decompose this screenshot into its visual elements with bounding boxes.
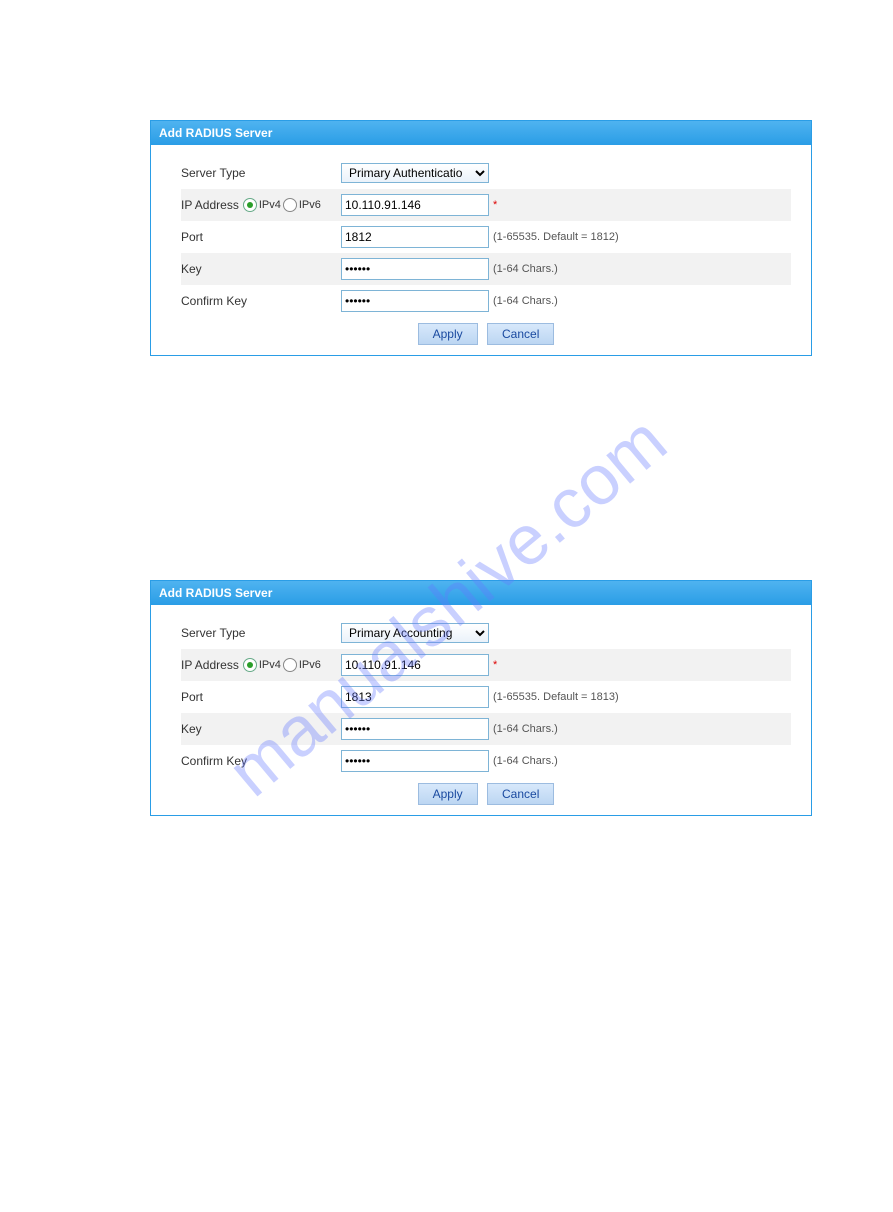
ipv4-radio[interactable] xyxy=(243,658,257,672)
label-ip-address: IP Address IPv4 IPv6 xyxy=(181,198,341,212)
cancel-button[interactable]: Cancel xyxy=(487,323,554,345)
ip-address-label-text: IP Address xyxy=(181,658,239,672)
label-key: Key xyxy=(181,722,341,736)
button-row: Apply Cancel xyxy=(181,317,791,351)
required-asterisk: * xyxy=(493,659,497,671)
key-hint: (1-64 Chars.) xyxy=(493,723,558,735)
row-port: Port (1-65535. Default = 1812) xyxy=(181,221,791,253)
add-radius-server-panel-1: Add RADIUS Server Server Type Primary Au… xyxy=(150,120,812,356)
row-confirm-key: Confirm Key (1-64 Chars.) xyxy=(181,285,791,317)
add-radius-server-panel-2: Add RADIUS Server Server Type Primary Ac… xyxy=(150,580,812,816)
label-confirm-key: Confirm Key xyxy=(181,294,341,308)
ip-address-input[interactable] xyxy=(341,654,489,676)
ip-address-label-text: IP Address xyxy=(181,198,239,212)
apply-button[interactable]: Apply xyxy=(418,783,478,805)
ip-address-input[interactable] xyxy=(341,194,489,216)
row-server-type: Server Type Primary Accounting xyxy=(181,617,791,649)
confirm-key-input[interactable] xyxy=(341,750,489,772)
key-hint: (1-64 Chars.) xyxy=(493,263,558,275)
required-asterisk: * xyxy=(493,199,497,211)
confirm-key-hint: (1-64 Chars.) xyxy=(493,755,558,767)
ipv6-radio[interactable] xyxy=(283,658,297,672)
row-ip-address: IP Address IPv4 IPv6 * xyxy=(181,189,791,221)
server-type-select[interactable]: Primary Authenticatio xyxy=(341,163,489,183)
label-port: Port xyxy=(181,230,341,244)
row-port: Port (1-65535. Default = 1813) xyxy=(181,681,791,713)
key-input[interactable] xyxy=(341,258,489,280)
panel-title: Add RADIUS Server xyxy=(151,581,811,605)
panel-body: Server Type Primary Accounting IP Addres… xyxy=(151,605,811,815)
row-confirm-key: Confirm Key (1-64 Chars.) xyxy=(181,745,791,777)
ipv6-radio[interactable] xyxy=(283,198,297,212)
label-port: Port xyxy=(181,690,341,704)
ipv6-label: IPv6 xyxy=(299,659,321,671)
port-input[interactable] xyxy=(341,226,489,248)
key-input[interactable] xyxy=(341,718,489,740)
row-server-type: Server Type Primary Authenticatio xyxy=(181,157,791,189)
label-ip-address: IP Address IPv4 IPv6 xyxy=(181,658,341,672)
button-row: Apply Cancel xyxy=(181,777,791,811)
panel-title: Add RADIUS Server xyxy=(151,121,811,145)
port-hint: (1-65535. Default = 1813) xyxy=(493,691,619,703)
ipv4-label: IPv4 xyxy=(259,659,281,671)
label-key: Key xyxy=(181,262,341,276)
server-type-select[interactable]: Primary Accounting xyxy=(341,623,489,643)
apply-button[interactable]: Apply xyxy=(418,323,478,345)
label-server-type: Server Type xyxy=(181,166,341,180)
label-server-type: Server Type xyxy=(181,626,341,640)
row-key: Key (1-64 Chars.) xyxy=(181,713,791,745)
confirm-key-input[interactable] xyxy=(341,290,489,312)
ipv6-label: IPv6 xyxy=(299,199,321,211)
cancel-button[interactable]: Cancel xyxy=(487,783,554,805)
ipv4-radio[interactable] xyxy=(243,198,257,212)
ipv4-label: IPv4 xyxy=(259,199,281,211)
row-ip-address: IP Address IPv4 IPv6 * xyxy=(181,649,791,681)
confirm-key-hint: (1-64 Chars.) xyxy=(493,295,558,307)
row-key: Key (1-64 Chars.) xyxy=(181,253,791,285)
panel-body: Server Type Primary Authenticatio IP Add… xyxy=(151,145,811,355)
port-input[interactable] xyxy=(341,686,489,708)
port-hint: (1-65535. Default = 1812) xyxy=(493,231,619,243)
label-confirm-key: Confirm Key xyxy=(181,754,341,768)
